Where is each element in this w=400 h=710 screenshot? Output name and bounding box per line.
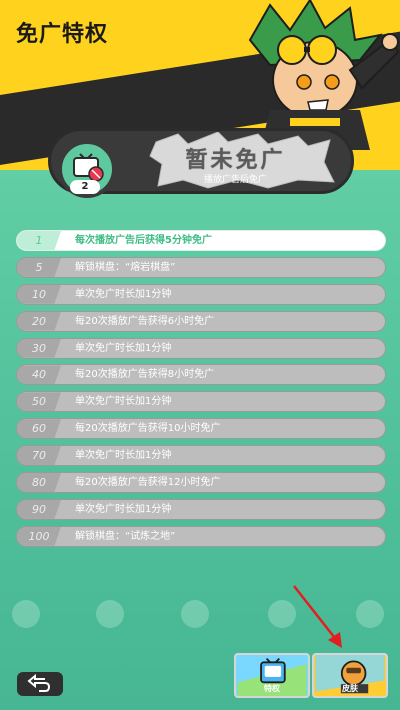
privilege-level: 5 (17, 257, 61, 277)
privilege-level: 20 (17, 311, 61, 331)
apple-decoration-icon (96, 600, 124, 628)
back-button[interactable] (17, 672, 63, 696)
privilege-level: 100 (17, 526, 61, 546)
privilege-level: 50 (17, 392, 61, 412)
privilege-level: 90 (17, 499, 61, 519)
privilege-level: 40 (17, 365, 61, 385)
privilege-text: 每次播放广告后获得5分钟免广 (75, 235, 212, 246)
privilege-text: 解锁棋盘：“试炼之地” (75, 530, 176, 542)
privilege-row: 20 每20次播放广告获得6小时免广 (16, 310, 386, 332)
privilege-row: 50 单次免广时长加1分钟 (16, 391, 386, 413)
privilege-row: 5 解锁棋盘：“熔岩棋盘” (16, 256, 386, 278)
privilege-text: 单次免广时长加1分钟 (75, 288, 172, 300)
privilege-level: 10 (17, 284, 61, 304)
apple-decoration-icon (356, 600, 384, 628)
status-title: 暂未免广 (185, 148, 286, 173)
back-arrow-icon (27, 673, 51, 692)
level-number: 2 (70, 180, 100, 194)
privilege-text: 每20次播放广告获得8小时免广 (75, 369, 215, 381)
privilege-level: 1 (17, 231, 61, 250)
privilege-row: 10 单次免广时长加1分钟 (16, 283, 386, 305)
page-title: 免广特权 (16, 22, 109, 47)
tab-skin-label: 皮肤 (342, 684, 358, 693)
tab-skin[interactable]: 皮肤 (312, 653, 388, 698)
privilege-text: 单次免广时长加1分钟 (75, 342, 172, 354)
tab-privilege[interactable]: 特权 (234, 653, 310, 698)
privilege-level: 30 (17, 338, 61, 358)
red-arrow-annotation (293, 585, 342, 648)
privilege-row: 70 单次免广时长加1分钟 (16, 445, 386, 467)
privilege-level: 80 (17, 473, 61, 493)
tab-privilege-label: 特权 (264, 684, 280, 693)
privilege-level: 70 (17, 446, 61, 466)
privilege-row: 1 每次播放广告后获得5分钟免广 (16, 230, 386, 251)
privilege-text: 每20次播放广告获得12小时免广 (75, 477, 221, 489)
apple-decoration-icon (12, 600, 40, 628)
status-subtitle: 播放广告后免广 (203, 175, 267, 185)
privilege-text: 每20次播放广告获得6小时免广 (75, 315, 215, 327)
privilege-text: 每20次播放广告获得10小时免广 (75, 423, 221, 435)
apple-decoration-icon (181, 600, 209, 628)
privilege-list: 1 每次播放广告后获得5分钟免广 5 解锁棋盘：“熔岩棋盘” 10 单次免广时长… (16, 230, 386, 553)
privilege-row: 90 单次免广时长加1分钟 (16, 498, 386, 520)
privilege-row: 60 每20次播放广告获得10小时免广 (16, 418, 386, 440)
privilege-row: 100 解锁棋盘：“试炼之地” (16, 525, 386, 547)
privilege-row: 40 每20次播放广告获得8小时免广 (16, 364, 386, 386)
privilege-text: 单次免广时长加1分钟 (75, 396, 172, 408)
privilege-text: 解锁棋盘：“熔岩棋盘” (75, 261, 176, 273)
privilege-text: 单次免广时长加1分钟 (75, 450, 172, 462)
privilege-row: 80 每20次播放广告获得12小时免广 (16, 472, 386, 494)
privilege-row: 30 单次免广时长加1分钟 (16, 337, 386, 359)
privilege-level: 60 (17, 419, 61, 439)
status-text-group: 暂未免广 播放广告后免广 (148, 142, 323, 186)
privilege-text: 单次免广时长加1分钟 (75, 503, 172, 515)
